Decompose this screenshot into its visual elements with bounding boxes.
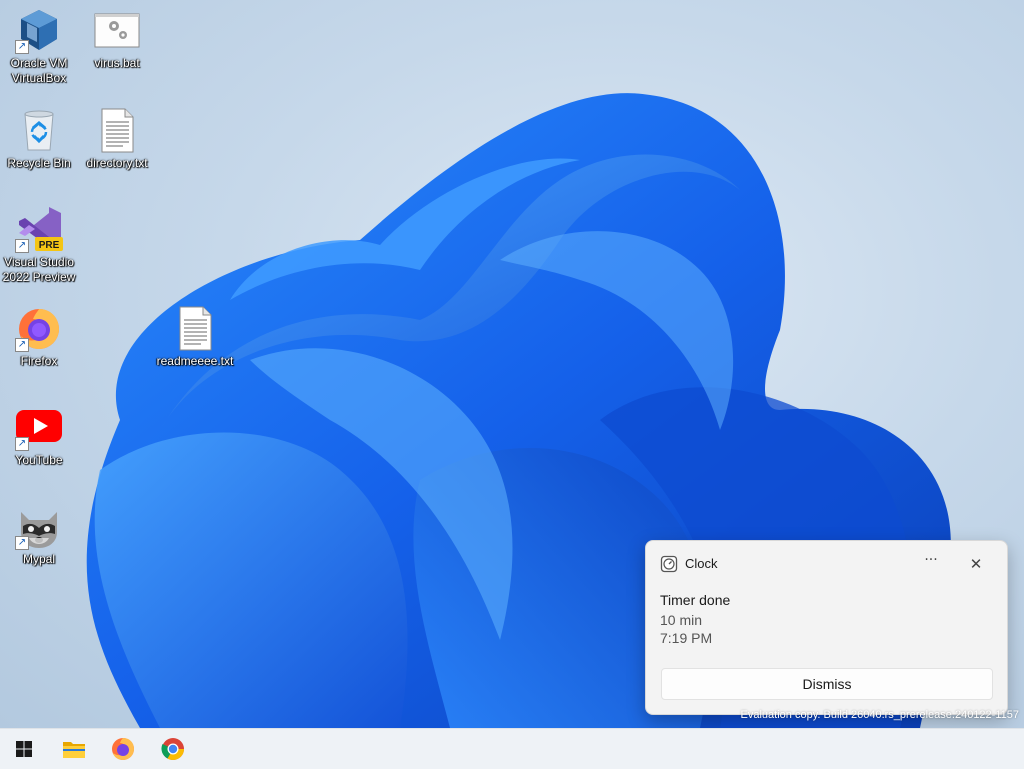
close-notification-button[interactable]: ✕ [965,554,987,574]
visual-studio-icon: PRE ↗ [15,205,63,253]
desktop-icon-label: Mypal [22,552,55,566]
desktop-icon-label: YouTube [15,453,63,467]
shortcut-arrow-icon: ↗ [15,239,29,253]
desktop-icon-recycle-bin[interactable]: Recycle Bin [0,106,78,171]
start-button[interactable] [8,733,40,765]
shortcut-arrow-icon: ↗ [15,40,29,54]
desktop-icon-mypal[interactable]: ↗ Mypal [0,502,78,567]
shortcut-arrow-icon: ↗ [15,338,29,352]
notification-app-name: Clock [685,556,718,571]
desktop-icon-virtualbox[interactable]: ↗ Oracle VM VirtualBox [0,6,78,86]
svg-text:PRE: PRE [39,240,60,251]
notification-title: Timer done [660,592,731,608]
notification-time: 7:19 PM [660,630,713,646]
recycle-bin-icon [15,106,63,154]
clock-app-icon [660,555,678,573]
desktop-icon-label: Visual Studio 2022 Preview [2,255,76,284]
desktop-icon-label: readmeeee.txt [156,354,234,368]
batch-file-icon [93,6,141,54]
desktop-icon-visual-studio[interactable]: PRE ↗ Visual Studio 2022 Preview [0,205,78,285]
shortcut-arrow-icon: ↗ [15,437,29,451]
mypal-icon: ↗ [15,502,63,550]
taskbar-chrome[interactable] [157,733,189,765]
dismiss-button[interactable]: Dismiss [661,668,993,700]
text-file-icon [171,304,219,352]
start-icon [16,741,32,757]
desktop-icon-label: directory.txt [86,156,148,170]
clock-notification[interactable]: Clock ··· ✕ Timer done 10 min 7:19 PM Di… [645,540,1008,715]
desktop-icon-firefox[interactable]: ↗ Firefox [0,304,78,369]
desktop-icon-directory-txt[interactable]: directory.txt [78,106,156,171]
taskbar [0,728,1024,769]
desktop-icon-youtube[interactable]: ↗ YouTube [0,403,78,468]
chrome-icon [161,738,184,760]
youtube-icon: ↗ [15,403,63,451]
desktop: ↗ Oracle VM VirtualBox virus.bat Recycle… [0,0,1024,728]
desktop-icon-label: virus.bat [94,56,140,70]
taskbar-firefox[interactable] [107,733,139,765]
evaluation-watermark: Evaluation copy. Build 26040.rs_prerelea… [740,709,1019,721]
firefox-icon [112,738,134,760]
desktop-icon-virus-bat[interactable]: virus.bat [78,6,156,71]
desktop-icon-label: Recycle Bin [7,156,71,170]
virtualbox-icon: ↗ [15,6,63,54]
more-options-button[interactable]: ··· [919,552,943,574]
notification-duration: 10 min [660,612,703,628]
notification-header: Clock ··· ✕ [660,552,993,574]
desktop-icon-label: Oracle VM VirtualBox [10,56,68,85]
desktop-icon-readmeeee-txt[interactable]: readmeeee.txt [156,304,234,369]
text-file-icon [93,106,141,154]
desktop-icon-label: Firefox [20,354,58,368]
file-explorer-icon [63,742,85,758]
taskbar-file-explorer[interactable] [58,733,90,765]
shortcut-arrow-icon: ↗ [15,536,29,550]
firefox-icon: ↗ [15,304,63,352]
